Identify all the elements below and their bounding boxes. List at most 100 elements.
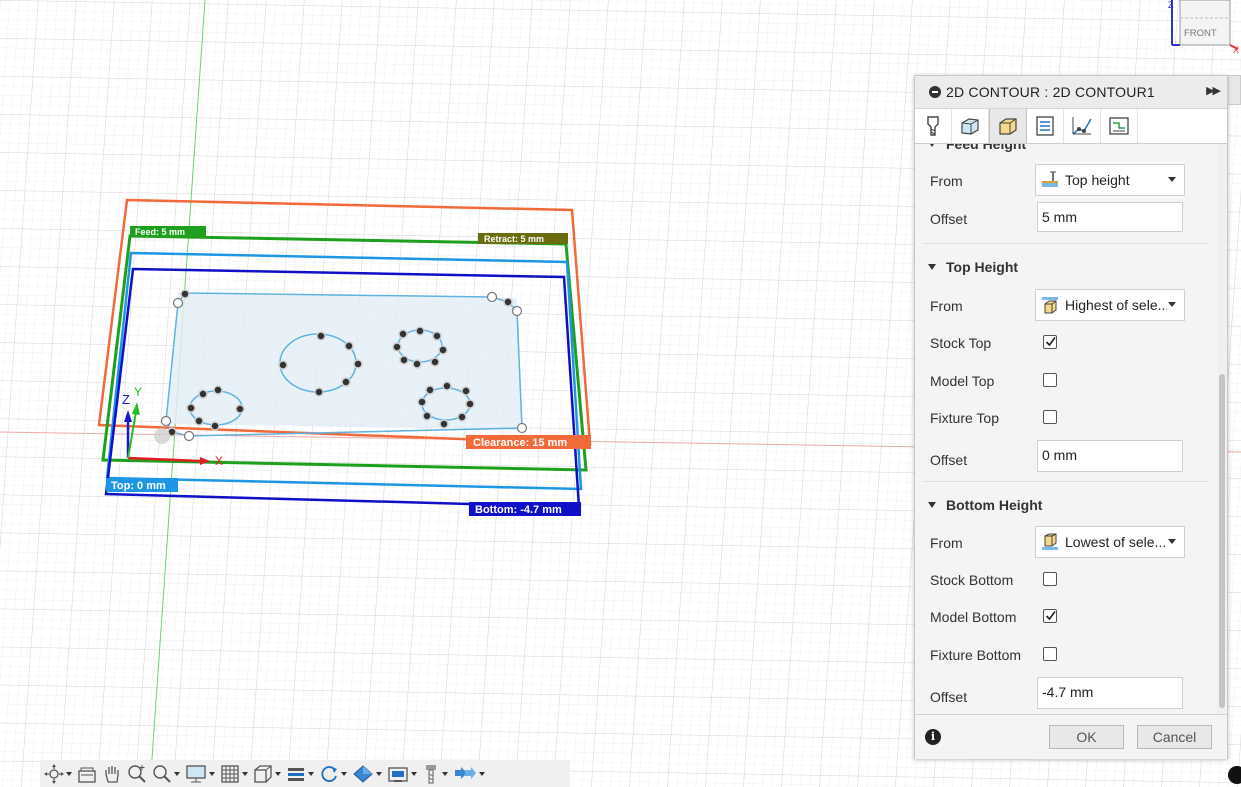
- feed-from-row: From Top height: [915, 164, 1217, 198]
- navigation-toolbar: [40, 760, 570, 787]
- bottom-from-select[interactable]: Lowest of sele...: [1035, 526, 1185, 558]
- section-tool[interactable]: [286, 764, 314, 784]
- fixture-top-row: Fixture Top: [915, 408, 1217, 442]
- grid-tool[interactable]: [220, 764, 248, 784]
- section-title: Bottom Height: [946, 497, 1043, 513]
- checkmark-icon: [1045, 611, 1056, 621]
- passes-icon: [1036, 116, 1054, 136]
- chevron-down-icon: [308, 771, 314, 776]
- rotate-icon: [321, 765, 337, 782]
- chevron-down-icon: [411, 771, 417, 776]
- feed-height-section[interactable]: Feed Height: [915, 144, 1217, 160]
- corner-badge-icon[interactable]: [1228, 766, 1241, 784]
- viewcube-front-face[interactable]: FRONT: [1184, 28, 1217, 39]
- model-top-checkbox[interactable]: [1043, 373, 1057, 387]
- side-panel-handle[interactable]: [1226, 75, 1241, 105]
- appearance-tool[interactable]: [352, 764, 382, 784]
- svg-text:Clearance: 15 mm: Clearance: 15 mm: [473, 437, 567, 449]
- section-title: Top Height: [946, 259, 1019, 275]
- model-bottom-checkbox[interactable]: [1043, 609, 1057, 623]
- contour-panel: 2D CONTOUR : 2D CONTOUR1 ▶▶ Feed Height …: [914, 75, 1228, 759]
- tool-tab[interactable]: [915, 109, 952, 143]
- panel-header[interactable]: 2D CONTOUR : 2D CONTOUR1 ▶▶: [915, 76, 1227, 109]
- collapse-triangle-icon[interactable]: [928, 264, 936, 270]
- collapse-icon[interactable]: [929, 86, 941, 98]
- panel-footer: i OK Cancel: [915, 714, 1227, 759]
- zoom-tool[interactable]: [127, 764, 147, 784]
- bottom-label: Bottom: -4.7 mm: [469, 502, 581, 516]
- offset-label: Offset: [930, 689, 968, 705]
- zoom-window-icon: [153, 764, 171, 783]
- fixture-bottom-row: Fixture Bottom: [915, 645, 1217, 679]
- chevron-down-icon: [209, 771, 215, 776]
- chevron-down-icon: [479, 771, 485, 776]
- display-tool[interactable]: [185, 764, 215, 784]
- rotate-tool[interactable]: [319, 764, 347, 784]
- zoom-icon: [128, 764, 146, 783]
- fixture-top-checkbox[interactable]: [1043, 410, 1057, 424]
- geometry-tab[interactable]: [952, 109, 989, 143]
- clearance-label: Clearance: 15 mm: [466, 435, 591, 449]
- expand-icon[interactable]: ▶▶: [1206, 84, 1221, 97]
- model-bottom-label: Model Bottom: [930, 609, 1017, 625]
- viewcube-z-label: Z: [1168, 0, 1174, 10]
- panel-body: Feed Height From Top height Offset 5 mm …: [915, 144, 1217, 714]
- camera-tool[interactable]: [387, 764, 417, 784]
- panel-tabs: [915, 109, 1227, 144]
- ok-button[interactable]: OK: [1049, 725, 1124, 749]
- top-height-section[interactable]: Top Height: [915, 253, 1217, 283]
- simulate-icon: [455, 766, 476, 779]
- bottom-offset-input[interactable]: -4.7 mm: [1037, 677, 1183, 709]
- orbit-icon: [44, 763, 64, 784]
- panel-title: 2D CONTOUR : 2D CONTOUR1: [946, 84, 1155, 100]
- info-icon[interactable]: i: [925, 729, 941, 745]
- collapse-triangle-icon[interactable]: [928, 144, 936, 147]
- tool-library-tool[interactable]: [422, 764, 448, 784]
- shaft-tab[interactable]: [1101, 109, 1138, 143]
- home-tool[interactable]: [77, 764, 97, 784]
- from-label: From: [930, 535, 963, 551]
- zoom-window-tool[interactable]: [152, 764, 180, 784]
- fixture-bottom-label: Fixture Bottom: [930, 647, 1022, 663]
- stock-bottom-checkbox[interactable]: [1043, 572, 1057, 586]
- section-icon: [288, 767, 304, 781]
- view-tool[interactable]: [253, 764, 281, 784]
- linking-icon: [1072, 117, 1092, 135]
- tool-icon: [927, 116, 939, 136]
- panel-scrollbar[interactable]: [1217, 144, 1227, 714]
- stock-top-label: Stock Top: [930, 335, 992, 351]
- view-icon: [254, 764, 272, 783]
- top-from-select[interactable]: Highest of sele...: [1035, 289, 1185, 321]
- home-icon: [78, 767, 96, 783]
- collapse-triangle-icon[interactable]: [928, 502, 936, 508]
- camera-icon: [388, 766, 408, 782]
- feed-offset-input[interactable]: 5 mm: [1037, 202, 1183, 232]
- passes-tab[interactable]: [1027, 109, 1064, 143]
- chevron-down-icon: [341, 771, 347, 776]
- feed-from-select[interactable]: Top height: [1035, 164, 1185, 196]
- lowest-selection-icon: [1042, 533, 1058, 550]
- simulate-tool[interactable]: [453, 764, 485, 784]
- top-offset-row: Offset 0 mm: [915, 440, 1217, 474]
- chevron-down-icon: [275, 771, 281, 776]
- geometry-icon: [961, 118, 979, 135]
- view-cube[interactable]: FRONT X Z: [1168, 0, 1241, 55]
- orbit-tool[interactable]: [44, 763, 72, 784]
- top-from-row: From Highest of sele...: [915, 289, 1217, 323]
- model-top-row: Model Top: [915, 371, 1217, 405]
- heights-tab[interactable]: [989, 109, 1027, 143]
- svg-text:Y: Y: [134, 385, 142, 399]
- pan-tool[interactable]: [102, 764, 122, 784]
- offset-label: Offset: [930, 211, 968, 227]
- chevron-down-icon: [1168, 177, 1176, 182]
- top-offset-input[interactable]: 0 mm: [1037, 440, 1183, 472]
- stock-top-checkbox[interactable]: [1043, 335, 1057, 349]
- bottom-height-section[interactable]: Bottom Height: [915, 491, 1217, 521]
- scrollbar-thumb[interactable]: [1219, 374, 1225, 708]
- stock-top-row: Stock Top: [915, 333, 1217, 367]
- linking-tab[interactable]: [1064, 109, 1101, 143]
- top-label: Top: 0 mm: [106, 478, 178, 492]
- grid-icon: [221, 764, 239, 783]
- cancel-button[interactable]: Cancel: [1137, 725, 1212, 749]
- fixture-bottom-checkbox[interactable]: [1043, 647, 1057, 661]
